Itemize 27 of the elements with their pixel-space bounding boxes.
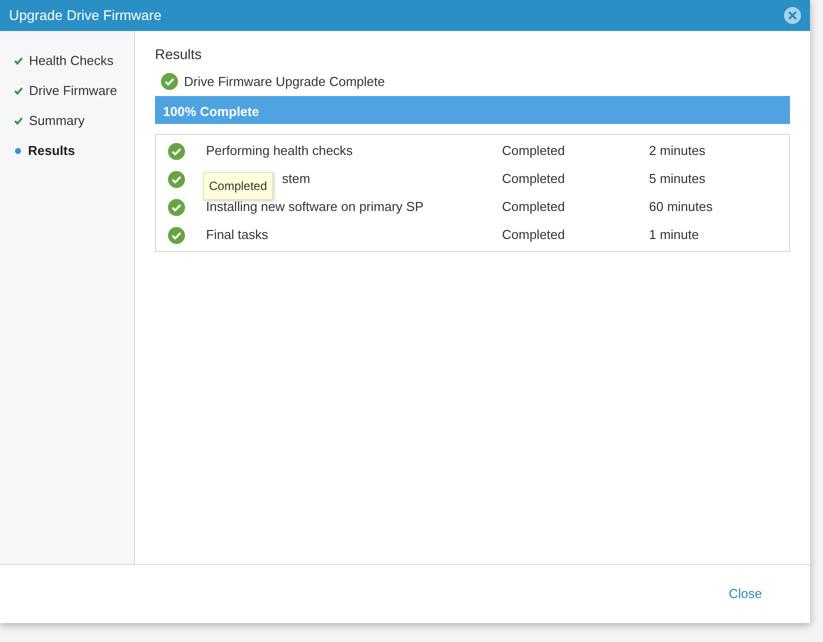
task-status: Completed [502,226,566,244]
task-name: Final tasks [206,226,268,244]
check-icon [14,87,23,95]
task-name: Performing health checks [206,142,353,160]
sidebar-item[interactable]: Results [14,142,134,160]
check-icon [14,57,23,65]
sidebar-item[interactable]: Drive Firmware [14,82,134,100]
task-duration: 5 minutes [649,170,706,188]
status-message: Drive Firmware Upgrade Complete [184,72,385,91]
task-status: Completed [502,170,566,188]
sidebar-item[interactable]: Summary [14,112,134,130]
task-duration: 60 minutes [649,198,713,216]
bullet-icon [15,148,21,154]
close-icon[interactable] [784,7,801,24]
tooltip: Completed [203,172,274,200]
task-name: stem [282,170,310,188]
task-duration: 1 minute [649,226,699,244]
task-status: Completed [502,142,566,160]
task-name: Installing new software on primary SP [206,198,424,216]
sidebar-item[interactable]: Health Checks [14,52,134,70]
task-status: Completed [502,198,566,216]
check-icon [14,117,23,125]
task-duration: 2 minutes [649,142,706,160]
progress-label: 100% Complete [163,103,260,121]
close-button[interactable]: Close [728,584,762,604]
window-title: Upgrade Drive Firmware [9,6,162,25]
section-heading: Results [155,45,203,64]
